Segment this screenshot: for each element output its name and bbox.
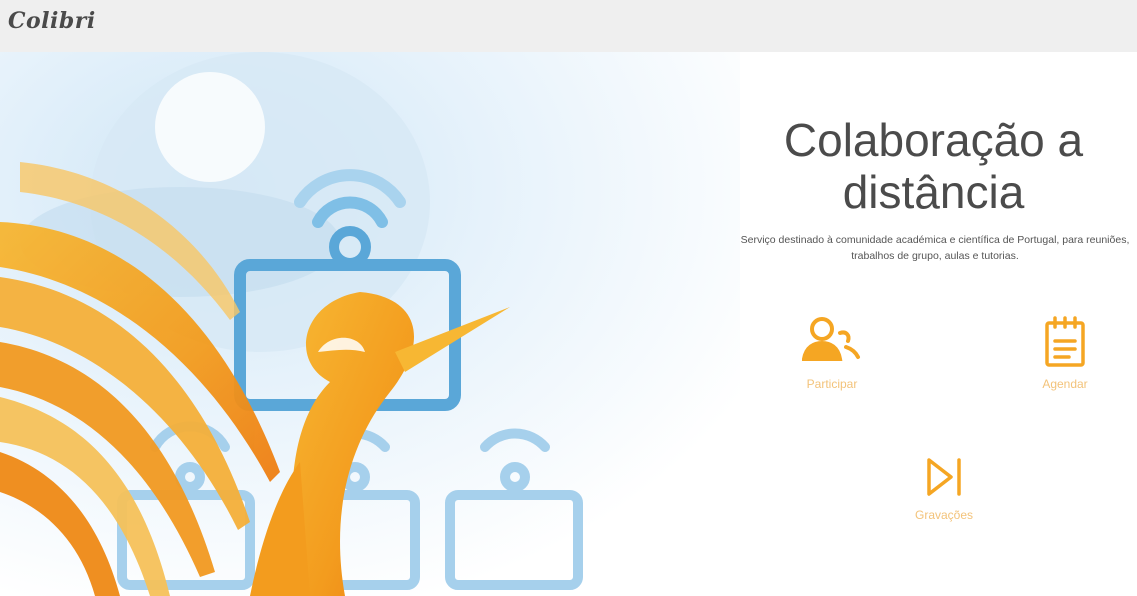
page-title-line2: distância xyxy=(842,166,1025,218)
colibri-logo[interactable]: Colibri xyxy=(8,8,96,34)
page-title-line1: Colaboração a xyxy=(783,114,1084,166)
participar-label: Participar xyxy=(806,377,858,391)
gravacoes-button[interactable]: Gravações xyxy=(889,454,999,522)
page-subtitle: Serviço destinado à comunidade académica… xyxy=(740,234,1130,262)
users-icon xyxy=(802,317,860,361)
agendar-label: Agendar xyxy=(1042,377,1088,391)
agendar-button[interactable]: Agendar xyxy=(1010,315,1120,391)
watercolor-highlight xyxy=(155,72,265,182)
main-content: Colaboração a distância Serviço destinad… xyxy=(730,52,1137,596)
hero-illustration xyxy=(0,52,740,596)
gravacoes-label: Gravações xyxy=(914,508,974,522)
page-title: Colaboração a distância xyxy=(730,114,1137,218)
top-bar: Colibri xyxy=(0,0,1137,52)
play-skip-icon xyxy=(927,458,961,496)
participar-button[interactable]: Participar xyxy=(777,315,887,391)
calendar-notepad-icon xyxy=(1045,316,1085,367)
hero-illustration-svg xyxy=(0,52,740,596)
